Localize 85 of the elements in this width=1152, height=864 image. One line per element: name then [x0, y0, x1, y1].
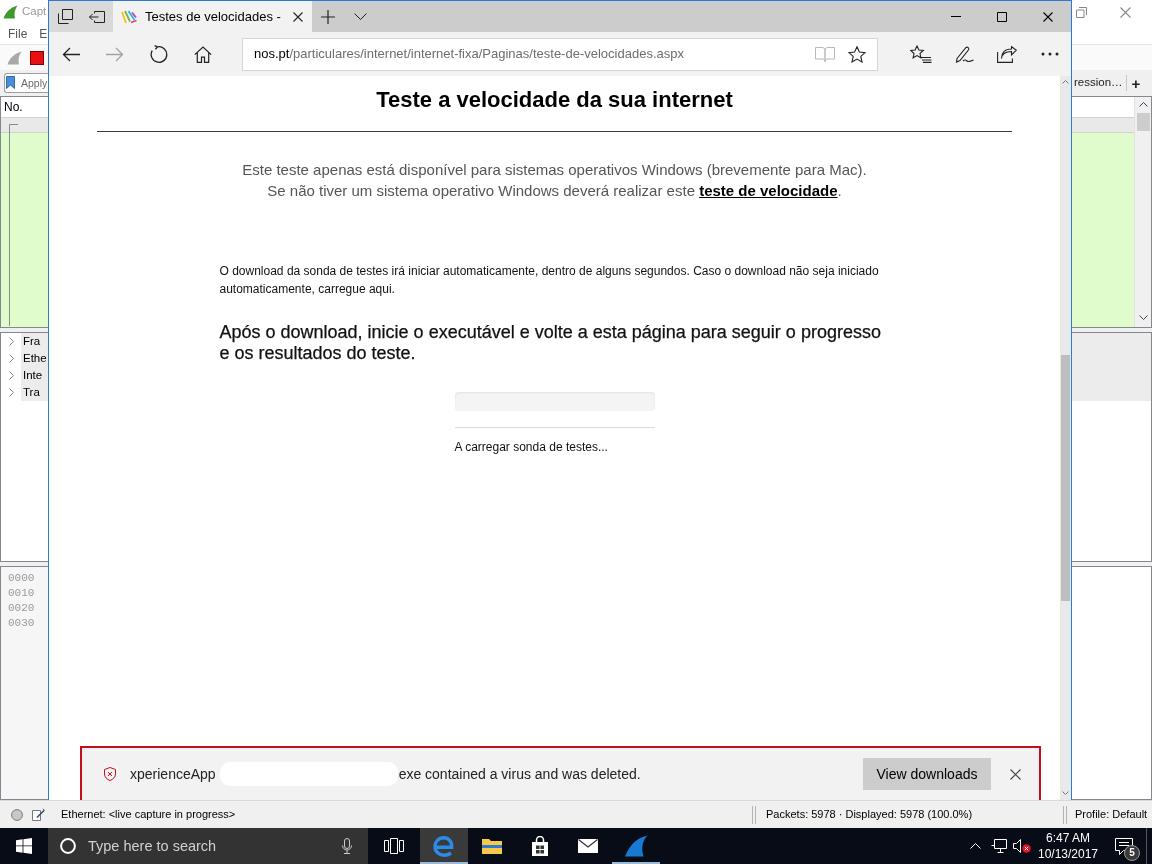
scroll-down-icon[interactable]	[1138, 315, 1148, 320]
bookmark-icon[interactable]	[6, 76, 15, 89]
menu-item[interactable]: File	[8, 26, 28, 42]
speaker-muted-icon	[1013, 839, 1031, 853]
capture-status: Ethernet: <live capture in progress>	[61, 807, 236, 822]
note-icon[interactable]	[32, 808, 45, 821]
star-list-icon	[909, 45, 932, 63]
speech-bubble-icon	[1115, 837, 1133, 855]
close-icon	[293, 11, 303, 22]
browser-tab[interactable]: Testes de velocidades -	[113, 1, 312, 32]
task-view-icon	[384, 838, 404, 854]
packet-counts: Packets: 5978 · Displayed: 5978 (100.0%)	[766, 807, 973, 820]
tree-item[interactable]: Ethe	[21, 350, 48, 367]
byte-offset: 0030	[8, 616, 35, 631]
speed-test-link[interactable]: teste de velocidade	[699, 182, 838, 199]
view-downloads-button[interactable]: View downloads	[863, 758, 991, 790]
search-field[interactable]: Type here to search	[48, 828, 368, 864]
minimize-icon	[951, 16, 961, 17]
expression-button[interactable]: ression…	[1074, 76, 1123, 90]
pen-icon	[953, 45, 974, 63]
add-button[interactable]: +	[1126, 75, 1146, 91]
close-icon[interactable]	[1120, 6, 1131, 18]
scrollbar-thumb[interactable]	[1061, 355, 1070, 601]
address-bar[interactable]: nos.pt/particulares/internet/internet-fixa/Paginas/teste-de-velocidades.aspx	[242, 37, 878, 71]
file-name-text: xperienceApp	[130, 765, 216, 783]
tree-item[interactable]: Fra	[21, 333, 48, 350]
refresh-icon	[150, 45, 168, 63]
forward-arrow-icon	[106, 46, 124, 62]
home-icon	[194, 45, 212, 63]
profile-name[interactable]: Profile: Default	[1075, 807, 1148, 820]
plus-icon	[321, 9, 335, 24]
loading-status: A carregar sonda de testes...	[454, 439, 608, 455]
tree-item[interactable]: Inte	[21, 367, 48, 384]
e-logo-icon	[433, 835, 455, 857]
byte-offset: 0020	[8, 601, 35, 616]
download-message: exe contained a virus and was deleted.	[398, 765, 641, 783]
chevron-up-icon	[970, 843, 981, 849]
clock-button[interactable]: 6:47 AM 10/13/2017	[1034, 828, 1102, 864]
notice-text: Este teste apenas está disponível para sistemas operativos Windows (brevemente para Mac).	[242, 161, 867, 178]
window-title: Capt	[22, 5, 47, 19]
byte-offset: 0010	[8, 586, 35, 601]
star-icon	[848, 45, 866, 63]
scrollbar[interactable]	[1134, 97, 1151, 327]
chevron-down-icon	[353, 13, 367, 20]
maximize-icon	[997, 11, 1007, 22]
browser-button[interactable]	[420, 828, 468, 864]
tab-arrow-icon	[89, 10, 105, 23]
page-scrollbar[interactable]	[1060, 76, 1071, 800]
shield-icon	[104, 767, 116, 781]
folder-icon	[481, 837, 503, 855]
share-icon	[996, 45, 1017, 63]
shark-fin-icon	[3, 5, 18, 19]
tree-item[interactable]: Tra	[21, 384, 48, 401]
more-icon	[1040, 52, 1059, 56]
url-text[interactable]: nos.pt/particulares/internet/internet-fixa/Paginas/teste-de-velocidades.aspx	[254, 46, 684, 62]
restore-icon[interactable]	[1076, 6, 1087, 18]
scroll-down-icon[interactable]	[1062, 791, 1069, 795]
menu-item[interactable]: E	[39, 26, 48, 42]
shark-fin-icon	[624, 835, 648, 857]
open-book-icon	[815, 46, 835, 62]
windows-logo-icon	[16, 838, 32, 854]
scroll-up-icon[interactable]	[1138, 102, 1148, 107]
network-icon	[991, 839, 1007, 853]
back-arrow-icon	[62, 46, 80, 62]
action-center-button[interactable]: 5	[1102, 828, 1146, 864]
notice-text: Se não tiver um sistema operativo Windows deverá realizar este teste de velocidade.	[267, 182, 842, 199]
search-icon	[60, 838, 76, 854]
instructions-text: Após o download, inicie o executável e volte a esta página para seguir o progresso e os resultados do teste.	[219, 322, 882, 364]
stop-icon[interactable]	[30, 50, 44, 65]
tabs-stack-icon	[57, 9, 73, 24]
close-icon	[1009, 768, 1021, 780]
microphone-icon[interactable]	[342, 838, 352, 854]
byte-offset: 0000	[8, 571, 35, 586]
download-note: O download da sonda de testes irá iniciar automaticamente, dentro de alguns segundos. Caso o download não seja iniciado automaticamente, carregue aqui.	[219, 263, 880, 298]
scrollbar-thumb[interactable]	[1136, 113, 1150, 131]
notification-count: 5	[1124, 845, 1140, 861]
column-header[interactable]: No.	[4, 100, 23, 114]
scroll-up-icon[interactable]	[1062, 80, 1069, 84]
status-dot-icon	[11, 808, 23, 821]
stripes-icon	[121, 9, 137, 24]
envelope-icon	[578, 839, 598, 853]
packet-row[interactable]	[1, 117, 48, 133]
shopping-bag-icon	[530, 836, 550, 856]
page-title: Teste a velocidade da sua internet	[375, 86, 734, 114]
close-icon	[1043, 11, 1053, 22]
